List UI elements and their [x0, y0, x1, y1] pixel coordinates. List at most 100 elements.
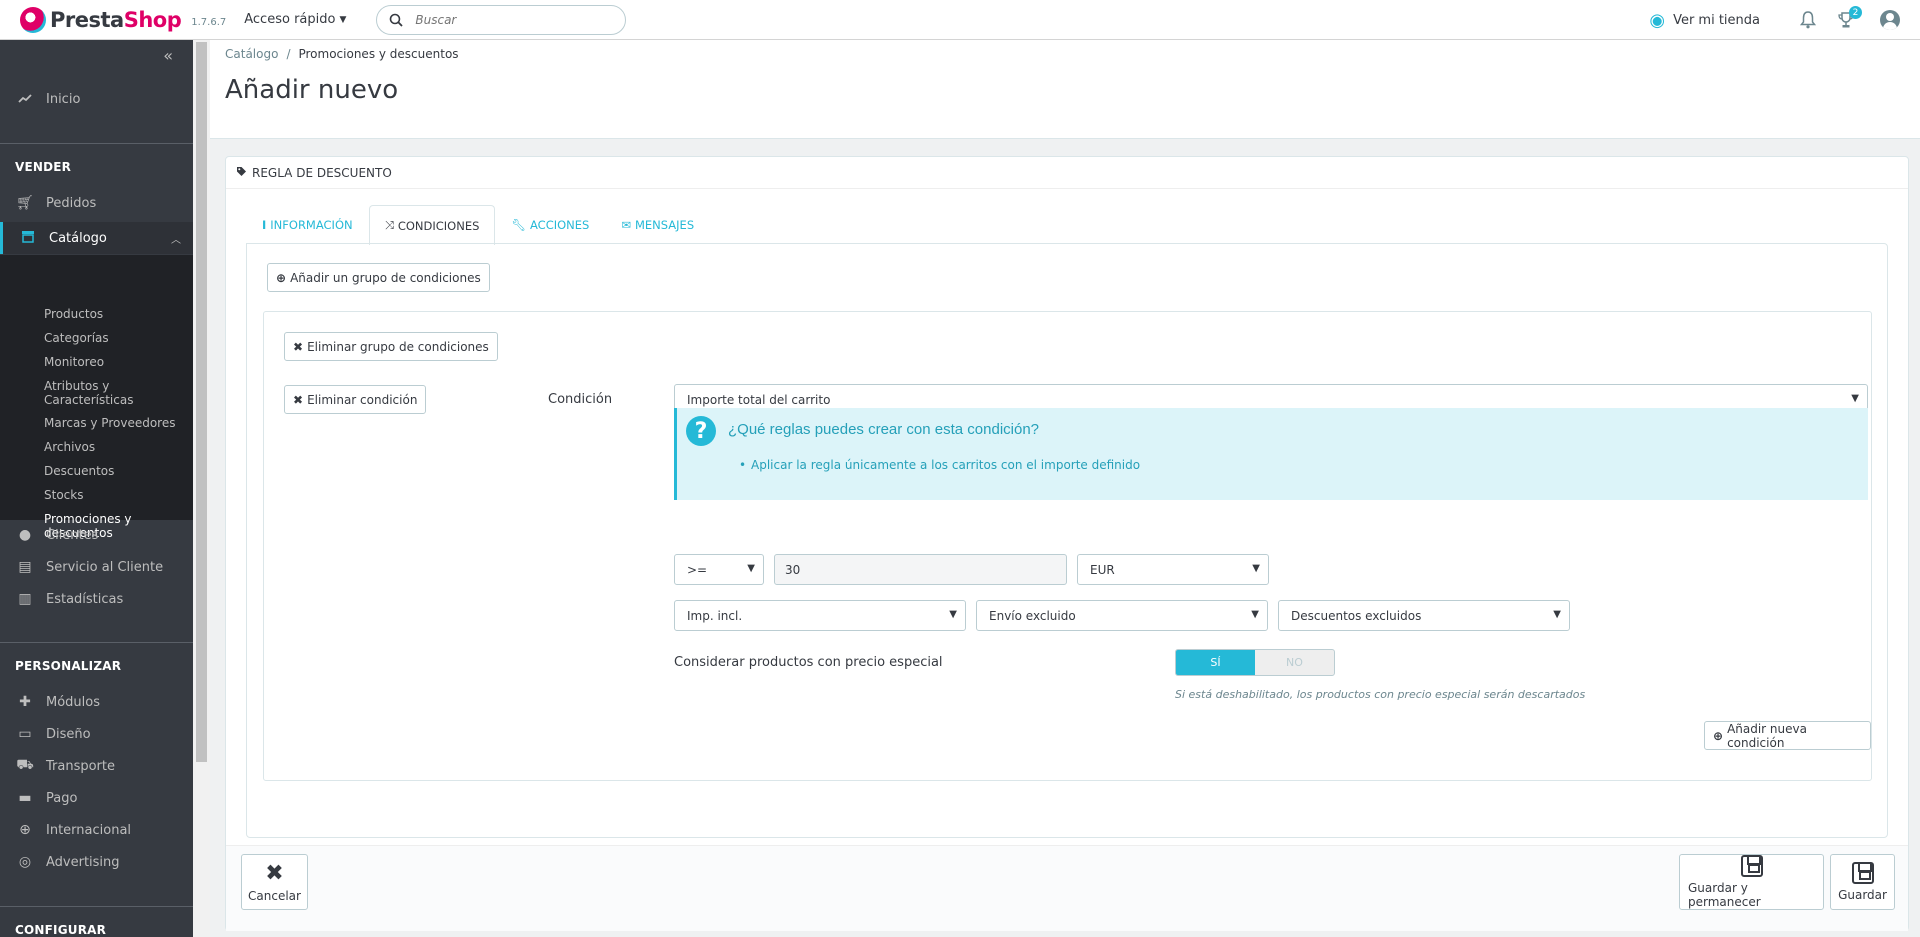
quick-access-dropdown[interactable]: Acceso rápido ▼: [244, 12, 346, 27]
chevron-down-icon: ▼: [747, 563, 755, 574]
tab-label: ACCIONES: [530, 217, 590, 232]
delete-condition-button[interactable]: ✖ Eliminar condición: [284, 385, 427, 414]
button-label: Añadir un grupo de condiciones: [290, 270, 481, 285]
sidebar-item-design[interactable]: ▭ Diseño: [0, 723, 193, 745]
sidebar-item-customer-service[interactable]: ▤ Servicio al Cliente: [0, 556, 193, 578]
switch-yes[interactable]: SÍ: [1176, 650, 1255, 675]
select-value: >=: [687, 562, 708, 577]
sidebar-subitem-brands[interactable]: Marcas y Proveedores: [44, 416, 184, 430]
shipping-select[interactable]: Envío excluido ▼: [976, 600, 1268, 631]
operator-select[interactable]: >= ▼: [674, 554, 764, 585]
prestashop-logo[interactable]: PrestaShop: [20, 6, 182, 33]
view-store-link[interactable]: ◉ Ver mi tienda: [1649, 10, 1760, 31]
sidebar-scrollbar-thumb[interactable]: [196, 42, 207, 762]
user-avatar-icon[interactable]: [1880, 10, 1900, 30]
panel-footer: ✖ Cancelar Guardar y permanecer Guardar: [226, 845, 1908, 931]
page-title: Añadir nuevo: [225, 75, 399, 105]
version-label: 1.7.6.7: [191, 17, 227, 28]
sidebar-item-label: Clientes: [46, 527, 99, 543]
breadcrumb: Catálogo / Promociones y descuentos: [225, 47, 459, 61]
notifications-bell-icon[interactable]: [1796, 8, 1820, 32]
header-right: ◉ Ver mi tienda 2: [1649, 0, 1900, 40]
search-icon: [390, 13, 404, 27]
sidebar-subitem-files[interactable]: Archivos: [44, 440, 184, 454]
save-button[interactable]: Guardar: [1830, 854, 1895, 910]
select-value: Descuentos excluidos: [1291, 608, 1422, 623]
sidebar-item-shipping[interactable]: ⛟ Transporte: [0, 755, 193, 777]
quick-access-label: Acceso rápido: [244, 12, 336, 27]
sidebar-item-label: Inicio: [46, 91, 81, 107]
truck-icon: ⛟: [16, 757, 34, 773]
button-label: Eliminar grupo de condiciones: [307, 339, 489, 354]
select-value: EUR: [1090, 562, 1115, 577]
discounts-select[interactable]: Descuentos excluidos ▼: [1278, 600, 1570, 631]
chevron-down-icon: ▼: [1252, 563, 1260, 574]
special-price-switch[interactable]: SÍ NO: [1175, 649, 1335, 676]
sidebar-subitem-products[interactable]: Productos: [44, 307, 184, 321]
sidebar-subitem-categories[interactable]: Categorías: [44, 331, 184, 345]
floppy-disk-icon: [1740, 855, 1763, 877]
section-customize: PERSONALIZAR: [15, 659, 122, 673]
bar-chart-icon: ▥: [18, 591, 32, 607]
sidebar: « Inicio VENDER 🛒︎ Pedidos Catálogo ︿ Pr…: [0, 40, 193, 937]
sidebar-item-orders[interactable]: 🛒︎ Pedidos: [0, 192, 193, 214]
sidebar-item-modules[interactable]: ✚ Módulos: [0, 691, 193, 713]
sidebar-item-payment[interactable]: ▬ Pago: [0, 787, 193, 809]
tab-actions[interactable]: 🔧︎ ACCIONES: [495, 205, 605, 243]
sidebar-item-advertising[interactable]: ◎ Advertising: [0, 851, 193, 873]
currency-select[interactable]: EUR ▼: [1077, 554, 1269, 585]
select-value: Imp. incl.: [687, 608, 743, 623]
chat-icon: ▤: [18, 559, 32, 575]
amount-input[interactable]: 30: [774, 554, 1067, 585]
tab-information[interactable]: i INFORMACIÓN: [246, 205, 369, 243]
search-input[interactable]: [415, 12, 606, 27]
info-icon: i: [262, 217, 267, 232]
sidebar-subitem-monitoring[interactable]: Monitoreo: [44, 355, 184, 369]
sidebar-item-home[interactable]: Inicio: [0, 88, 193, 110]
select-value: Envío excluido: [989, 608, 1076, 623]
orders-trophy-icon[interactable]: 2: [1834, 6, 1862, 32]
button-label: Añadir nueva condición: [1727, 721, 1807, 750]
monitor-icon: ▭: [18, 726, 32, 742]
button-label: Eliminar condición: [307, 392, 418, 407]
breadcrumb-catalog[interactable]: Catálogo: [225, 47, 278, 61]
sidebar-subitem-attributes[interactable]: Atributos y Características: [44, 379, 144, 407]
sidebar-item-label: Transporte: [46, 758, 115, 774]
basket-icon: 🛒︎: [16, 195, 34, 211]
alert-list-item: Aplicar la regla únicamente a los carrit…: [739, 458, 1140, 472]
add-condition-group-button[interactable]: ⊕ Añadir un grupo de condiciones: [267, 263, 490, 292]
close-icon: ✖: [293, 339, 304, 354]
sidebar-item-catalog[interactable]: Catálogo ︿: [0, 222, 193, 254]
cancel-button[interactable]: ✖ Cancelar: [241, 854, 308, 910]
switch-no[interactable]: NO: [1255, 650, 1334, 675]
sidebar-item-label: Advertising: [46, 854, 120, 870]
conditions-tab-pane: ⊕ Añadir un grupo de condiciones ✖ Elimi…: [246, 243, 1888, 838]
sidebar-subitem-discounts[interactable]: Descuentos: [44, 464, 184, 478]
condition-group: ✖ Eliminar grupo de condiciones ✖ Elimin…: [263, 311, 1872, 781]
tab-messages[interactable]: ✉ MENSAJES: [605, 205, 710, 243]
tab-conditions[interactable]: ⤨ CONDICIONES: [368, 205, 496, 245]
page-header: Catálogo / Promociones y descuentos Añadir…: [210, 40, 1920, 139]
close-icon: ✖: [265, 860, 284, 886]
sidebar-subitem-stocks[interactable]: Stocks: [44, 488, 184, 502]
sidebar-item-stats[interactable]: ▥ Estadísticas: [0, 588, 193, 610]
save-and-stay-button[interactable]: Guardar y permanecer: [1679, 854, 1824, 910]
sidebar-item-label: Servicio al Cliente: [46, 559, 164, 575]
chevron-down-icon: ▼: [1251, 609, 1259, 620]
sidebar-item-international[interactable]: ⊕ Internacional: [0, 819, 193, 841]
wrench-icon: 🔧︎: [511, 217, 526, 232]
add-new-condition-button[interactable]: ⊕ Añadir nueva condición: [1704, 721, 1871, 750]
tax-select[interactable]: Imp. incl. ▼: [674, 600, 966, 631]
collapse-sidebar-icon[interactable]: «: [163, 46, 173, 65]
delete-condition-group-button[interactable]: ✖ Eliminar grupo de condiciones: [284, 332, 498, 361]
sidebar-divider: [0, 143, 193, 144]
globe-icon: ⊕: [19, 822, 31, 838]
sidebar-divider: [0, 642, 193, 643]
condition-help-alert: ? ¿Qué reglas puedes crear con esta cond…: [674, 408, 1868, 500]
target-icon: ◎: [18, 854, 32, 870]
envelope-icon: ✉: [621, 217, 631, 232]
search-box[interactable]: [376, 4, 627, 35]
sidebar-item-label: Catálogo: [49, 230, 107, 246]
sidebar-item-customers[interactable]: ● Clientes: [0, 524, 193, 546]
input-value: 30: [785, 562, 801, 577]
